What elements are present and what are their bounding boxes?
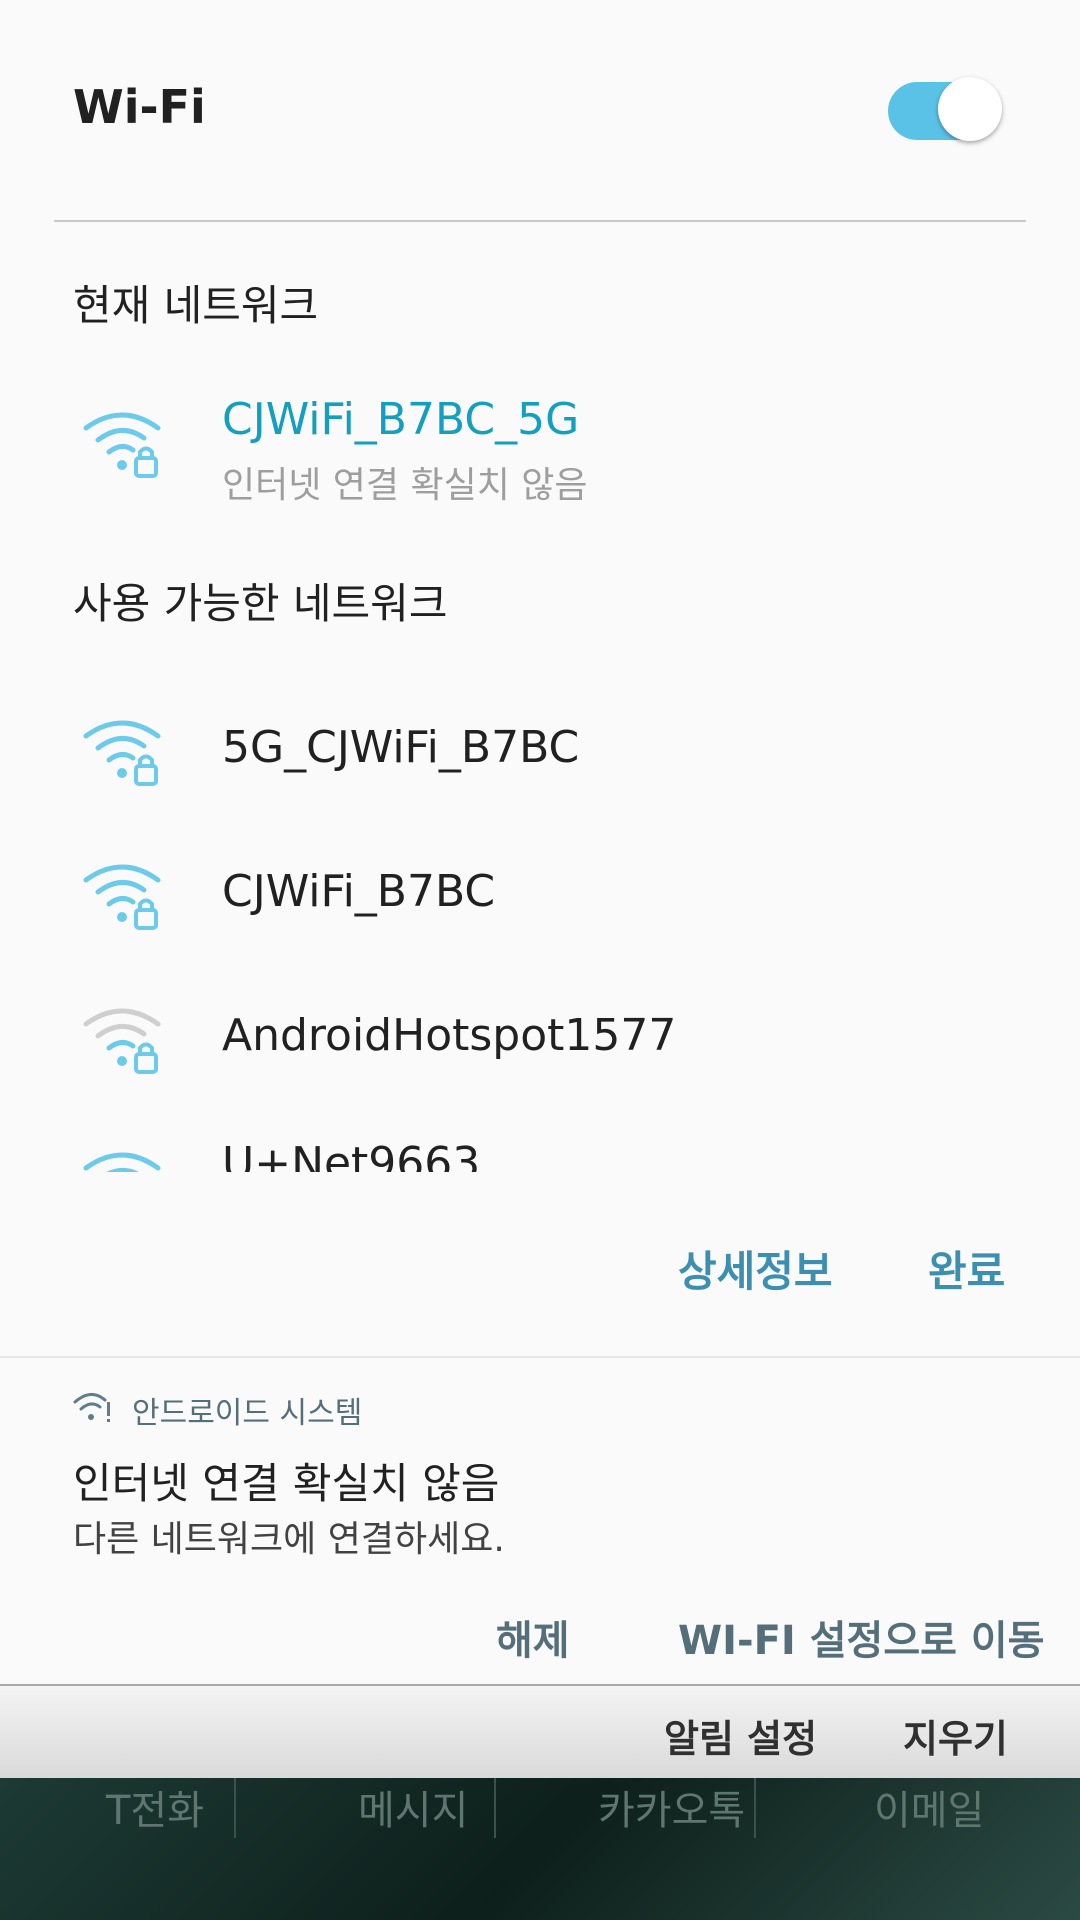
wifi-title: Wi-Fi xyxy=(73,80,206,134)
available-networks-header: 사용 가능한 네트워크 xyxy=(73,579,448,628)
home-screen-dock: T전화 메시지 카카오톡 이메일 xyxy=(0,1778,1080,1920)
wifi-lock-icon xyxy=(83,412,161,478)
notification-text: 다른 네트워크에 연결하세요. xyxy=(73,1519,505,1560)
wifi-icon xyxy=(83,1152,161,1172)
wifi-lock-icon xyxy=(83,864,161,930)
details-button[interactable]: 상세정보 xyxy=(678,1238,833,1299)
home-app-kakaotalk[interactable]: 카카오톡 xyxy=(598,1778,745,1836)
home-app-phone[interactable]: T전화 xyxy=(106,1778,204,1836)
wifi-lock-icon xyxy=(83,720,161,786)
notification-app-name: 안드로이드 시스템 xyxy=(132,1396,363,1431)
network-status: 인터넷 연결 확실치 않음 xyxy=(222,465,588,506)
network-item[interactable]: 5G_CJWiFi_B7BC xyxy=(0,718,1080,838)
dock-separator xyxy=(494,1778,496,1838)
network-item[interactable]: CJWiFi_B7BC xyxy=(0,862,1080,982)
clear-button[interactable]: 지우기 xyxy=(903,1708,1008,1763)
dock-separator xyxy=(754,1778,756,1838)
wifi-weak-lock-icon xyxy=(83,1008,161,1074)
network-ssid: CJWiFi_B7BC xyxy=(222,866,496,917)
network-ssid: U+Net9663 xyxy=(222,1138,481,1172)
network-list-clip: U+Net9663 xyxy=(0,1100,1080,1172)
dock-separator xyxy=(234,1778,236,1838)
wifi-toggle[interactable] xyxy=(888,77,1002,141)
home-app-messages[interactable]: 메시지 xyxy=(358,1778,468,1836)
network-item-current[interactable]: CJWiFi_B7BC_5G 인터넷 연결 확실치 않음 xyxy=(0,394,1080,530)
network-ssid: AndroidHotspot1577 xyxy=(222,1010,677,1061)
notification-settings-button[interactable]: 알림 설정 xyxy=(664,1708,817,1763)
network-item[interactable]: U+Net9663 xyxy=(0,1138,1080,1172)
notification-card[interactable]: 안드로이드 시스템 인터넷 연결 확실치 않음 다른 네트워크에 연결하세요. … xyxy=(0,1356,1080,1688)
toggle-knob xyxy=(938,77,1002,141)
network-ssid: 5G_CJWiFi_B7BC xyxy=(222,722,580,773)
go-wifi-settings-button[interactable]: WI-FI 설정으로 이동 xyxy=(678,1608,1044,1666)
wifi-alert-icon xyxy=(73,1393,110,1422)
network-ssid: CJWiFi_B7BC_5G xyxy=(222,394,580,445)
wifi-panel: Wi-Fi 현재 네트워크 CJWiFi_B7BC_5G 인터넷 연결 확실치 … xyxy=(0,0,1080,1356)
notification-title: 인터넷 연결 확실치 않음 xyxy=(73,1459,500,1508)
dismiss-button[interactable]: 해제 xyxy=(496,1608,570,1666)
home-app-email[interactable]: 이메일 xyxy=(874,1778,984,1836)
done-button[interactable]: 완료 xyxy=(928,1238,1005,1299)
notification-bottom-bar: 알림 설정 지우기 xyxy=(0,1684,1080,1780)
divider xyxy=(54,220,1026,222)
current-network-header: 현재 네트워크 xyxy=(73,281,319,330)
